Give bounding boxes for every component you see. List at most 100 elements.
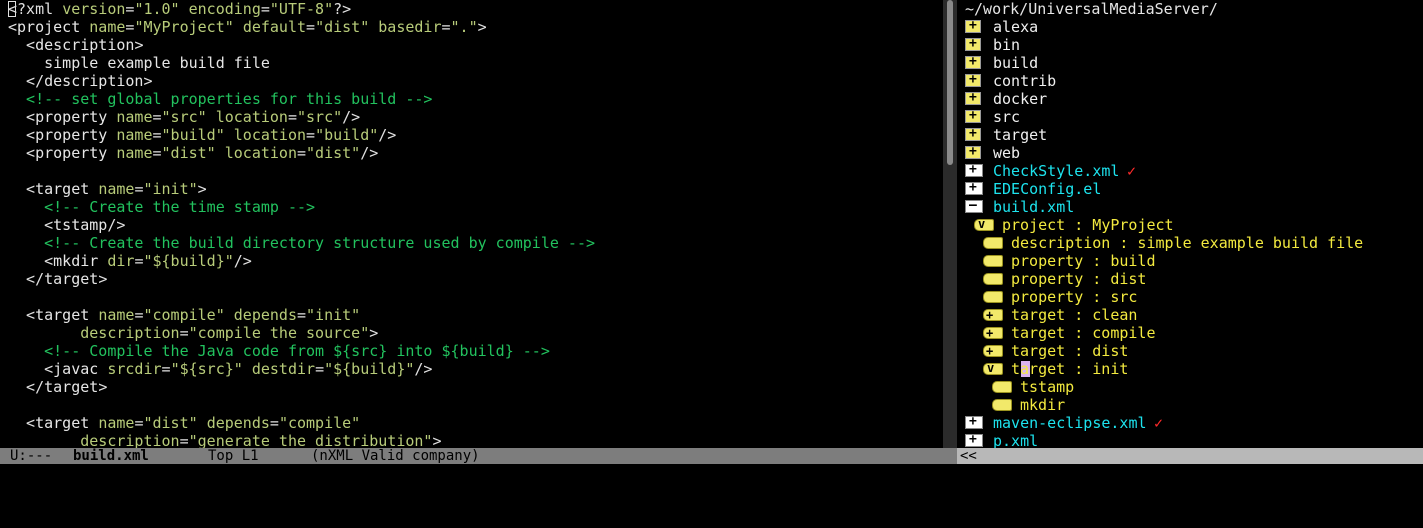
tree-item-target-init[interactable]: target : init [957, 359, 1423, 378]
tree-item-label: bin [993, 36, 1021, 54]
tree-item-label: property : build [1011, 252, 1156, 270]
tree-item-label: project : MyProject [1002, 216, 1174, 234]
code-line: <!-- set global properties for this buil… [0, 90, 943, 108]
code-token: </ [8, 270, 45, 288]
tag-expand-icon[interactable] [983, 324, 1003, 342]
code-token: ?> [333, 0, 352, 18]
tree-item-build-xml[interactable]: build.xml [957, 197, 1423, 216]
code-token: "src" [161, 108, 207, 126]
code-line: <!-- Create the time stamp --> [0, 198, 943, 216]
folder-icon[interactable] [965, 125, 981, 143]
editor-pane[interactable]: <?xml version="1.0" encoding="UTF-8"?> <p… [0, 0, 943, 448]
tree-item-label: contrib [993, 72, 1057, 90]
tree-item-label: target : compile [1011, 324, 1156, 342]
code-token: property [35, 144, 108, 162]
file-icon[interactable] [965, 179, 983, 197]
code-token: location [233, 126, 307, 144]
code-token: location [224, 144, 297, 162]
folder-icon[interactable] [965, 35, 981, 53]
file-icon[interactable] [965, 413, 983, 431]
code-token: name [89, 18, 126, 36]
tag-icon[interactable] [983, 273, 1003, 285]
tree-item-property-src[interactable]: property : src [957, 288, 1423, 306]
code-line: <project name="MyProject" default="dist"… [0, 18, 943, 36]
tag-expand-icon[interactable] [983, 342, 1003, 360]
tree-item-mkdir[interactable]: mkdir [957, 396, 1423, 414]
tree-item-label: description : simple example build file [1011, 234, 1364, 252]
code-token: /> [233, 252, 252, 270]
tag-icon[interactable] [992, 399, 1012, 411]
code-token: > [477, 18, 487, 36]
tree-item-maven-eclipse-xml[interactable]: maven-eclipse.xml ✓ [957, 413, 1423, 432]
code-token: "dist" [306, 144, 361, 162]
folder-icon[interactable] [965, 71, 981, 89]
tree-item-build[interactable]: build [957, 53, 1423, 72]
file-icon[interactable] [965, 161, 983, 179]
code-token: property [35, 108, 108, 126]
file-open-icon[interactable] [965, 197, 983, 215]
tag-open-icon[interactable] [974, 215, 994, 233]
tree-item-label: maven-eclipse.xml [993, 414, 1147, 432]
tree-item-target-dist[interactable]: target : dist [957, 342, 1423, 360]
modeline-status: U:--- [10, 448, 53, 464]
tree-item-property-build[interactable]: property : build [957, 252, 1423, 270]
code-token: location [215, 108, 288, 126]
code-token: < [8, 180, 36, 198]
code-token: "compile" [278, 414, 361, 432]
code-token: "MyProject" [134, 18, 234, 36]
tree-item-p-xml[interactable]: p.xml [957, 431, 1423, 448]
file-icon[interactable] [965, 431, 983, 448]
tree-item-edeconfig-el[interactable]: EDEConfig.el [957, 179, 1423, 198]
tree-item-target-compile[interactable]: target : compile [957, 324, 1423, 342]
code-line: <javac srcdir="${src}" destdir="${build}… [0, 360, 943, 378]
tree-item-checkstyle-xml[interactable]: CheckStyle.xml ✓ [957, 161, 1423, 180]
tree-item-alexa[interactable]: alexa [957, 17, 1423, 36]
tree-item-description-simple-example-build-file[interactable]: description : simple example build file [957, 234, 1423, 252]
tree-item-label: target : init [1011, 360, 1129, 378]
tree-item-contrib[interactable]: contrib [957, 71, 1423, 90]
tree-item-web[interactable]: web [957, 143, 1423, 162]
code-line: </target> [0, 270, 943, 288]
code-token: < [8, 360, 54, 378]
tag-expand-icon[interactable] [983, 306, 1003, 324]
tree-item-target[interactable]: target [957, 125, 1423, 144]
code-token: "${src}" [170, 360, 243, 378]
tag-icon[interactable] [983, 237, 1003, 249]
folder-icon[interactable] [965, 53, 981, 71]
folder-icon[interactable] [965, 89, 981, 107]
folder-icon[interactable] [965, 17, 981, 35]
file-tree-pane[interactable]: ~/work/UniversalMediaServer/ alexabinbui… [957, 0, 1423, 448]
code-token: destdir [251, 360, 316, 378]
folder-icon[interactable] [965, 107, 981, 125]
code-token: basedir [378, 18, 442, 36]
tree-item-target-clean[interactable]: target : clean [957, 306, 1423, 324]
editor-scrollbar[interactable] [947, 0, 953, 165]
tree-item-docker[interactable]: docker [957, 89, 1423, 108]
tree-item-label: target [993, 126, 1048, 144]
code-token: = [297, 306, 307, 324]
tree-item-tstamp[interactable]: tstamp [957, 378, 1423, 396]
code-token: "init" [306, 306, 361, 324]
tag-open-icon[interactable] [983, 359, 1003, 377]
tree-item-label: mkdir [1020, 396, 1066, 414]
code-line: </description> [0, 72, 943, 90]
tree-item-property-dist[interactable]: property : dist [957, 270, 1423, 288]
code-token: simple example build file [8, 54, 270, 72]
code-token: > [197, 180, 207, 198]
tag-icon[interactable] [983, 255, 1003, 267]
tree-item-project-myproject[interactable]: project : MyProject [957, 215, 1423, 234]
code-token: <!-- set global properties for this buil… [8, 90, 433, 108]
code-token: <!-- Create the time stamp --> [8, 198, 316, 216]
folder-icon[interactable] [965, 143, 981, 161]
tag-icon[interactable] [983, 291, 1003, 303]
tree-item-bin[interactable]: bin [957, 35, 1423, 54]
code-line: <property name="src" location="src"/> [0, 108, 943, 126]
code-token: name [116, 144, 153, 162]
tag-icon[interactable] [992, 381, 1012, 393]
tree-item-src[interactable]: src [957, 107, 1423, 126]
code-token: depends [206, 414, 270, 432]
